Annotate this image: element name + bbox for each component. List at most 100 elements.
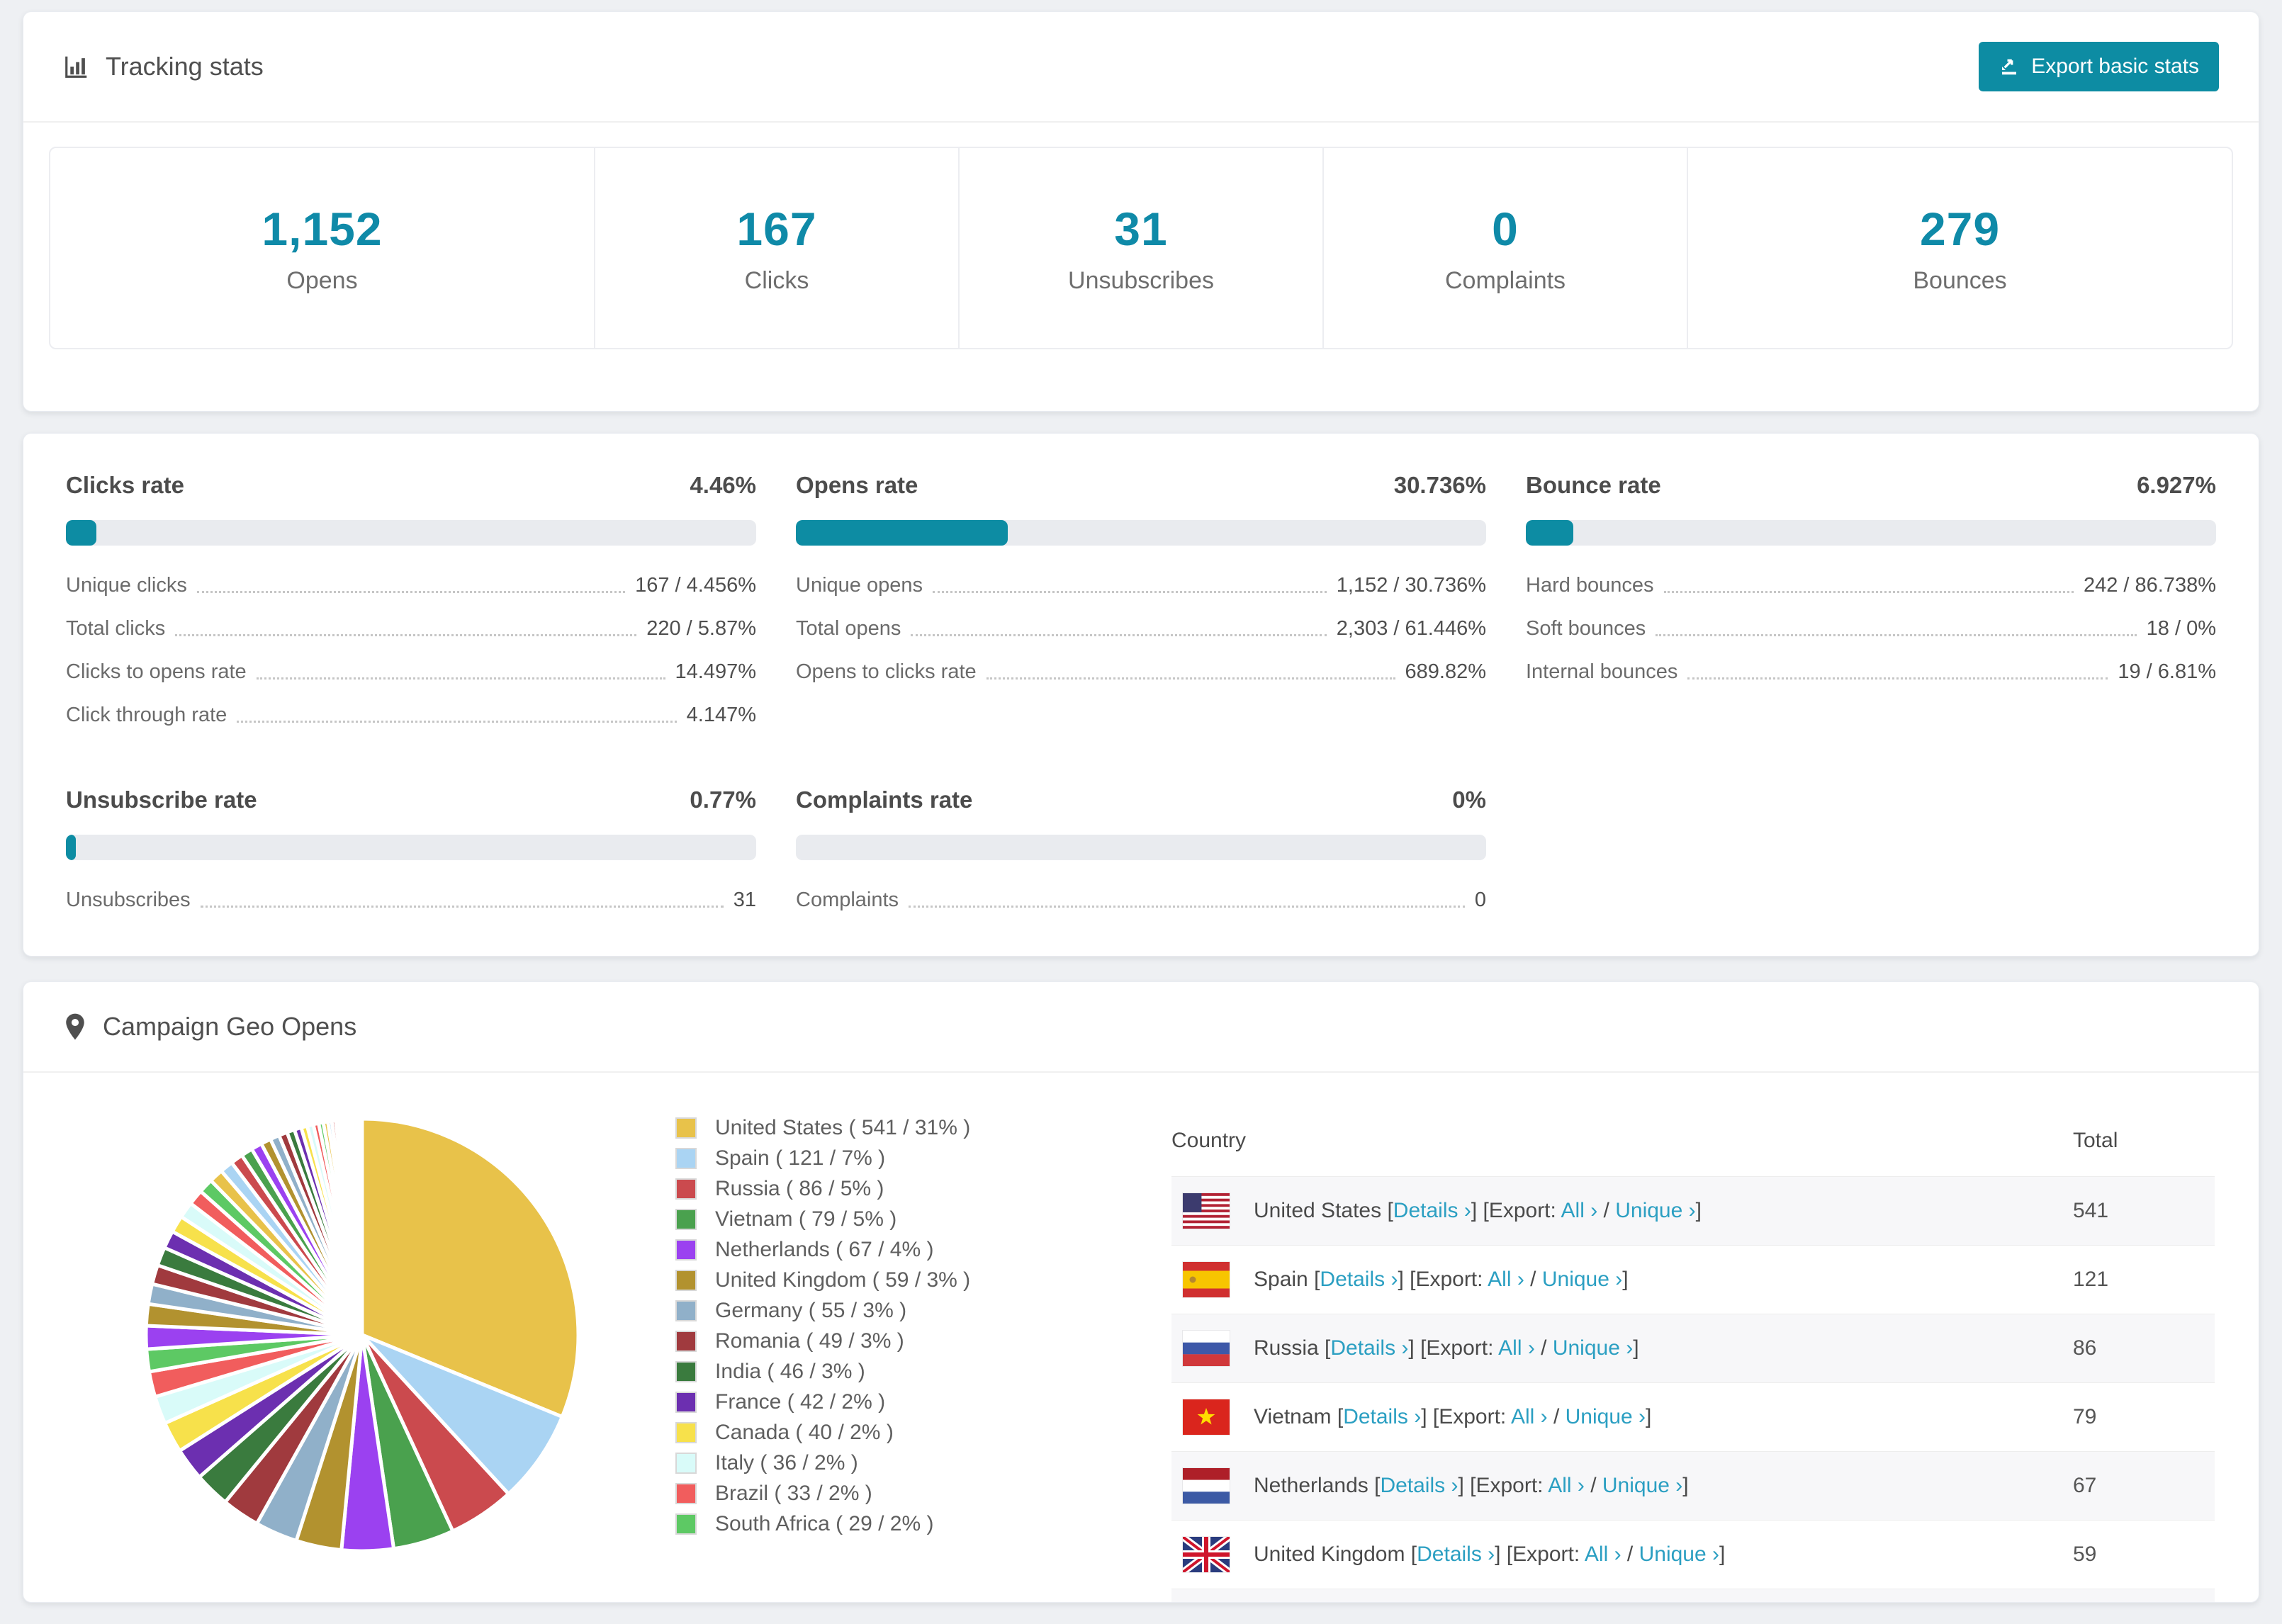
- stats-summary-row: 1,152 Opens 167 Clicks 31 Unsubscribes 0 Compla…: [49, 147, 2233, 349]
- rate-detail-value: 0: [1474, 889, 1486, 911]
- rate-detail-value: 1,152 / 30.736%: [1336, 574, 1486, 597]
- rate-detail-row: Clicks to opens rate 14.497%: [66, 660, 756, 684]
- legend-item: Vietnam ( 79 / 5% ): [675, 1204, 1115, 1234]
- rate-detail-value: 4.147%: [686, 704, 756, 726]
- stat-box-unsubscribes: 31 Unsubscribes: [958, 148, 1322, 348]
- geo-legend: United States ( 541 / 31% ) Spain ( 121 /…: [583, 1105, 1115, 1602]
- flag-vn-icon: [1183, 1399, 1230, 1435]
- rate-head: Bounce rate 6.927%: [1526, 472, 2216, 499]
- flag-gb-icon: [1183, 1536, 1230, 1572]
- page-title: Tracking stats: [106, 52, 264, 81]
- rate-detail-row: Internal bounces 19 / 6.81%: [1526, 660, 2216, 684]
- legend-item: India ( 46 / 3% ): [675, 1356, 1115, 1387]
- details-link[interactable]: Details ›: [1343, 1405, 1421, 1428]
- legend-item: United States ( 541 / 31% ): [675, 1112, 1115, 1143]
- legend-swatch: [675, 1269, 697, 1291]
- rate-detail-value: 242 / 86.738%: [2083, 574, 2216, 597]
- rate-head: Unsubscribe rate 0.77%: [66, 786, 756, 813]
- rate-detail-row: Unique clicks 167 / 4.456%: [66, 574, 756, 597]
- geo-pie-chart[interactable]: [66, 1105, 583, 1602]
- tracking-stats-header: Tracking stats Export basic stats: [23, 12, 2259, 123]
- rate-head: Complaints rate 0%: [796, 786, 1486, 813]
- rate-detail-label: Unsubscribes: [66, 889, 191, 911]
- dotted-leader: [237, 721, 677, 723]
- stat-label: Clicks: [744, 266, 809, 294]
- export-unique-link[interactable]: Unique ›: [1602, 1474, 1682, 1497]
- rate-detail-rows: Unique opens 1,152 / 30.736% Total opens 2,…: [796, 574, 1486, 684]
- legend-item: Russia ( 86 / 5% ): [675, 1173, 1115, 1204]
- export-basic-stats-button[interactable]: Export basic stats: [1979, 42, 2219, 91]
- export-all-link[interactable]: All ›: [1561, 1199, 1598, 1222]
- country-cell: Netherlands [Details ›] [Export: All › /…: [1171, 1467, 2073, 1504]
- rate-detail-value: 18 / 0%: [2146, 617, 2216, 640]
- export-all-link[interactable]: All ›: [1498, 1336, 1535, 1360]
- legend-swatch: [675, 1208, 697, 1230]
- export-all-link[interactable]: All ›: [1488, 1268, 1524, 1291]
- export-unique-link[interactable]: Unique ›: [1553, 1336, 1633, 1360]
- export-all-link[interactable]: All ›: [1585, 1543, 1621, 1566]
- details-link[interactable]: Details ›: [1393, 1199, 1471, 1222]
- details-link[interactable]: Details ›: [1417, 1543, 1495, 1566]
- country-total: 67: [2073, 1473, 2097, 1497]
- stat-value: 0: [1492, 202, 1519, 255]
- rate-detail-value: 167 / 4.456%: [635, 574, 756, 597]
- export-unique-link[interactable]: Unique ›: [1566, 1405, 1646, 1428]
- dotted-leader: [200, 906, 724, 908]
- export-unique-link[interactable]: Unique ›: [1639, 1543, 1719, 1566]
- stat-box-opens: 1,152 Opens: [50, 148, 594, 348]
- progress-bar-track: [796, 520, 1486, 546]
- geo-table: Country Total United States [Details ›] …: [1171, 1105, 2215, 1602]
- legend-item: Italy ( 36 / 2% ): [675, 1448, 1115, 1478]
- geo-table-row: Netherlands [Details ›] [Export: All › /…: [1171, 1451, 2215, 1520]
- progress-bar-fill: [66, 520, 97, 546]
- dotted-leader: [1663, 591, 2074, 593]
- progress-bar-track: [66, 835, 756, 860]
- details-link[interactable]: Details ›: [1380, 1474, 1458, 1497]
- country-text: United Kingdom [Details ›] [Export: All …: [1254, 1542, 1726, 1566]
- legend-label: Brazil ( 33 / 2% ): [715, 1481, 872, 1505]
- progress-bar-track: [796, 835, 1486, 860]
- rate-block-unsubscribe-rate: Unsubscribe rate 0.77% Unsubscribes 31: [66, 786, 756, 912]
- map-pin-icon: [66, 1013, 84, 1040]
- rate-detail-label: Unique opens: [796, 574, 923, 597]
- rate-detail-value: 220 / 5.87%: [646, 617, 756, 640]
- country-total: 79: [2073, 1404, 2097, 1428]
- legend-swatch: [675, 1299, 697, 1321]
- export-all-link[interactable]: All ›: [1548, 1474, 1585, 1497]
- bar-chart-icon: [65, 56, 87, 78]
- geo-table-row: United Kingdom [Details ›] [Export: All …: [1171, 1520, 2215, 1589]
- legend-label: Romania ( 49 / 3% ): [715, 1329, 904, 1353]
- export-unique-link[interactable]: Unique ›: [1542, 1268, 1622, 1291]
- legend-swatch: [675, 1513, 697, 1535]
- legend-swatch: [675, 1421, 697, 1443]
- legend-label: Vietnam ( 79 / 5% ): [715, 1207, 897, 1231]
- stat-label: Complaints: [1444, 266, 1566, 294]
- legend-item: United Kingdom ( 59 / 3% ): [675, 1265, 1115, 1295]
- geo-header: Campaign Geo Opens: [23, 982, 2259, 1073]
- stat-box-complaints: 0 Complaints: [1322, 148, 1687, 348]
- progress-bar-track: [66, 520, 756, 546]
- details-link[interactable]: Details ›: [1330, 1336, 1408, 1360]
- rate-detail-row: Total opens 2,303 / 61.446%: [796, 617, 1486, 641]
- legend-swatch: [675, 1330, 697, 1352]
- export-unique-link[interactable]: Unique ›: [1615, 1199, 1695, 1222]
- geo-body: United States ( 541 / 31% ) Spain ( 121 /…: [23, 1073, 2259, 1602]
- details-link[interactable]: Details ›: [1320, 1268, 1398, 1291]
- rate-detail-row: Total clicks 220 / 5.87%: [66, 617, 756, 641]
- rate-detail-label: Total opens: [796, 617, 901, 640]
- rate-detail-row: Complaints 0: [796, 889, 1486, 912]
- legend-label: Russia ( 86 / 5% ): [715, 1176, 884, 1200]
- rate-title: Unsubscribe rate: [66, 786, 257, 813]
- country-text: Russia [Details ›] [Export: All › / Uniq…: [1254, 1336, 1639, 1360]
- legend-swatch: [675, 1391, 697, 1413]
- rate-head: Opens rate 30.736%: [796, 472, 1486, 499]
- geo-title-row: Campaign Geo Opens: [63, 1012, 356, 1042]
- legend-item: Canada ( 40 / 2% ): [675, 1417, 1115, 1448]
- legend-label: Germany ( 55 / 3% ): [715, 1298, 907, 1322]
- export-all-link[interactable]: All ›: [1511, 1405, 1548, 1428]
- dotted-leader: [1687, 677, 2108, 680]
- legend-item: Netherlands ( 67 / 4% ): [675, 1234, 1115, 1265]
- geo-table-row: United States [Details ›] [Export: All ›…: [1171, 1176, 2215, 1245]
- pie-slice-other[interactable]: [359, 1117, 364, 1336]
- rate-head: Clicks rate 4.46%: [66, 472, 756, 499]
